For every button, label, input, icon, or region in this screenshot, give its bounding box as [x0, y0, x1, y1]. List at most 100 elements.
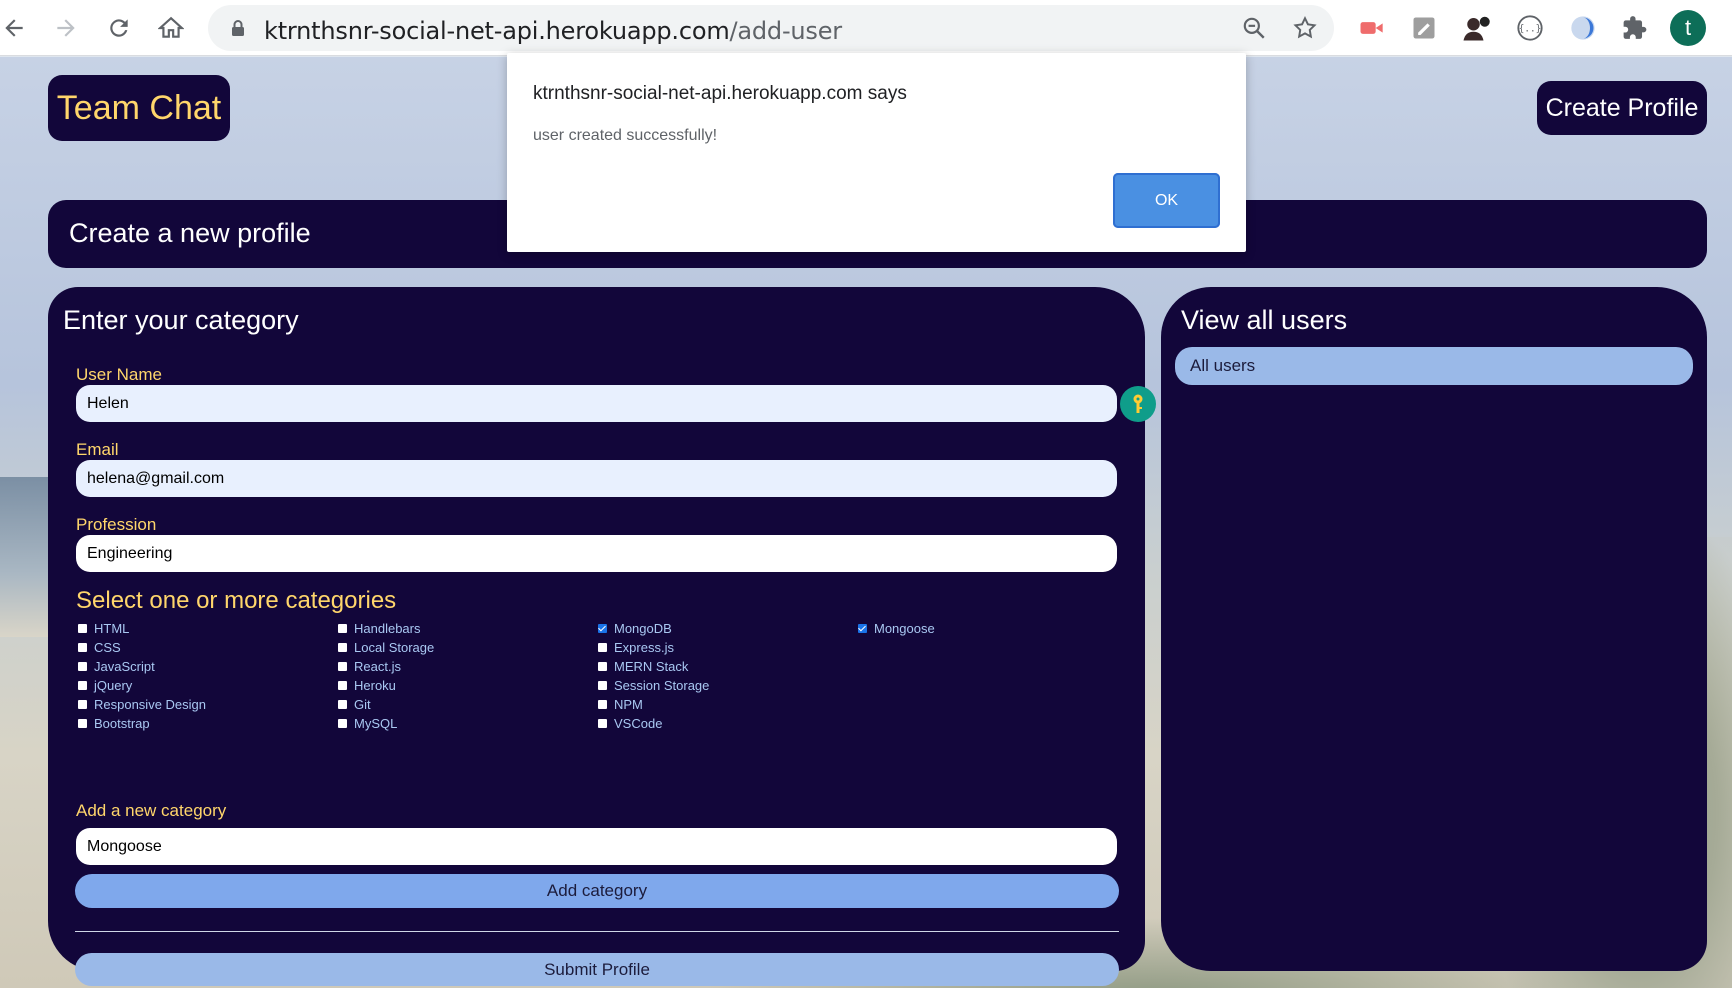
create-profile-button[interactable]: Create Profile: [1537, 81, 1707, 135]
dialog-title: ktrnthsnr-social-net-api.herokuapp.com s…: [533, 83, 907, 104]
category-label: CSS: [94, 640, 121, 655]
new-category-label: Add a new category: [76, 801, 227, 820]
category-checkbox[interactable]: [338, 662, 347, 671]
code-extension-icon[interactable]: {..}: [1512, 10, 1548, 46]
category-checkbox-item[interactable]: Handlebars: [338, 621, 421, 636]
category-label: Mongoose: [874, 621, 935, 636]
category-checkbox[interactable]: [338, 624, 347, 633]
category-checkbox[interactable]: [78, 624, 87, 633]
category-checkbox-item[interactable]: HTML: [78, 621, 129, 636]
blue-extension-icon[interactable]: [1565, 10, 1601, 46]
back-icon[interactable]: [0, 8, 34, 48]
category-checkbox-item[interactable]: VSCode: [598, 716, 662, 731]
category-label: MySQL: [354, 716, 398, 731]
form-divider: [75, 931, 1119, 932]
category-checkbox[interactable]: [78, 700, 87, 709]
lock-icon[interactable]: [228, 18, 248, 38]
category-label: Responsive Design: [94, 697, 207, 712]
category-label: VSCode: [614, 716, 663, 731]
category-checkbox[interactable]: [338, 681, 347, 690]
home-icon[interactable]: [151, 8, 191, 48]
extensions-icon[interactable]: [1617, 10, 1653, 46]
category-checkbox[interactable]: [78, 681, 87, 690]
category-label: NPM: [614, 697, 643, 712]
category-checkbox-item[interactable]: jQuery: [78, 678, 132, 693]
category-checkbox-item[interactable]: Session Storage: [598, 678, 709, 693]
category-label: React.js: [354, 659, 401, 674]
page-title: Create a new profile: [69, 218, 311, 248]
category-checkbox[interactable]: [338, 700, 347, 709]
category-checkbox-item[interactable]: MERN Stack: [598, 659, 688, 674]
category-checkbox-item[interactable]: Bootstrap: [78, 716, 150, 731]
avatar-extension-icon[interactable]: [1458, 10, 1494, 46]
category-label: Bootstrap: [94, 716, 150, 731]
new-category-input[interactable]: [76, 828, 1117, 865]
category-label: MongoDB: [614, 621, 672, 636]
profile-form-card: Enter your category User Name Email Prof…: [48, 287, 1156, 986]
category-label: Express.js: [614, 640, 674, 655]
svg-text:{..}: {..}: [1519, 24, 1541, 35]
star-icon[interactable]: [1290, 13, 1320, 43]
category-checkbox-item[interactable]: JavaScript: [78, 659, 155, 674]
category-label: Handlebars: [354, 621, 421, 636]
category-checkbox[interactable]: [598, 681, 607, 690]
url-host: ktrnthsnr-social-net-api.herokuapp.com: [264, 17, 730, 45]
category-checkbox[interactable]: [858, 624, 867, 633]
username-label: User Name: [76, 365, 162, 384]
category-checkbox-item[interactable]: MySQL: [338, 716, 397, 731]
category-checkbox[interactable]: [598, 624, 607, 633]
category-checkbox[interactable]: [78, 719, 87, 728]
url-text: ktrnthsnr-social-net-api.herokuapp.com/a…: [264, 17, 842, 45]
category-checkbox[interactable]: [598, 643, 607, 652]
categories-title: Select one or more categories: [76, 587, 397, 614]
dialog-ok-button[interactable]: OK: [1113, 173, 1220, 228]
category-checkbox[interactable]: [598, 700, 607, 709]
cast-extension-icon[interactable]: [1353, 10, 1389, 46]
category-label: MERN Stack: [614, 659, 689, 674]
category-checkbox[interactable]: [78, 643, 87, 652]
category-label: JavaScript: [94, 659, 155, 674]
users-title: View all users: [1181, 305, 1348, 335]
add-category-button[interactable]: Add category: [75, 874, 1119, 908]
category-checkbox-item[interactable]: React.js: [338, 659, 401, 674]
browser-toolbar: ktrnthsnr-social-net-api.herokuapp.com/a…: [0, 0, 1732, 56]
username-input[interactable]: [76, 385, 1117, 422]
category-checkbox-item[interactable]: Local Storage: [338, 640, 434, 655]
category-label: Local Storage: [354, 640, 435, 655]
category-checkbox-item[interactable]: Responsive Design: [78, 697, 206, 712]
profile-avatar[interactable]: t: [1670, 10, 1706, 46]
category-checkbox-item[interactable]: Express.js: [598, 640, 674, 655]
email-input[interactable]: [76, 460, 1117, 497]
category-checkbox-item[interactable]: Mongoose: [858, 621, 935, 636]
alert-dialog: ktrnthsnr-social-net-api.herokuapp.com s…: [507, 53, 1246, 252]
category-label: Heroku: [354, 678, 396, 693]
category-label: jQuery: [94, 678, 133, 693]
zoom-icon[interactable]: [1239, 13, 1269, 43]
category-checkbox[interactable]: [598, 662, 607, 671]
category-label: Session Storage: [614, 678, 710, 693]
users-card: View all users All users: [1161, 287, 1707, 971]
category-checkbox[interactable]: [598, 719, 607, 728]
email-label: Email: [76, 440, 119, 459]
reload-icon[interactable]: [99, 8, 139, 48]
url-path: /add-user: [729, 17, 843, 45]
category-checkbox-item[interactable]: Git: [338, 697, 371, 712]
profession-label: Profession: [76, 515, 157, 534]
address-bar[interactable]: ktrnthsnr-social-net-api.herokuapp.com/a…: [208, 5, 1334, 51]
category-checkbox[interactable]: [338, 719, 347, 728]
form-title: Enter your category: [63, 305, 299, 335]
forward-icon[interactable]: [46, 8, 86, 48]
category-checkbox[interactable]: [338, 643, 347, 652]
password-key-icon[interactable]: [1120, 386, 1156, 422]
brand-logo[interactable]: Team Chat: [48, 75, 230, 141]
profession-input[interactable]: [76, 535, 1117, 572]
brand-title: Team Chat: [56, 88, 222, 127]
category-checkbox-item[interactable]: MongoDB: [598, 621, 672, 636]
category-checkbox[interactable]: [78, 662, 87, 671]
submit-profile-button[interactable]: Submit Profile: [75, 953, 1119, 986]
category-checkbox-item[interactable]: Heroku: [338, 678, 396, 693]
notes-extension-icon[interactable]: [1406, 10, 1442, 46]
all-users-button[interactable]: All users: [1175, 347, 1693, 385]
category-checkbox-item[interactable]: NPM: [598, 697, 643, 712]
category-checkbox-item[interactable]: CSS: [78, 640, 121, 655]
